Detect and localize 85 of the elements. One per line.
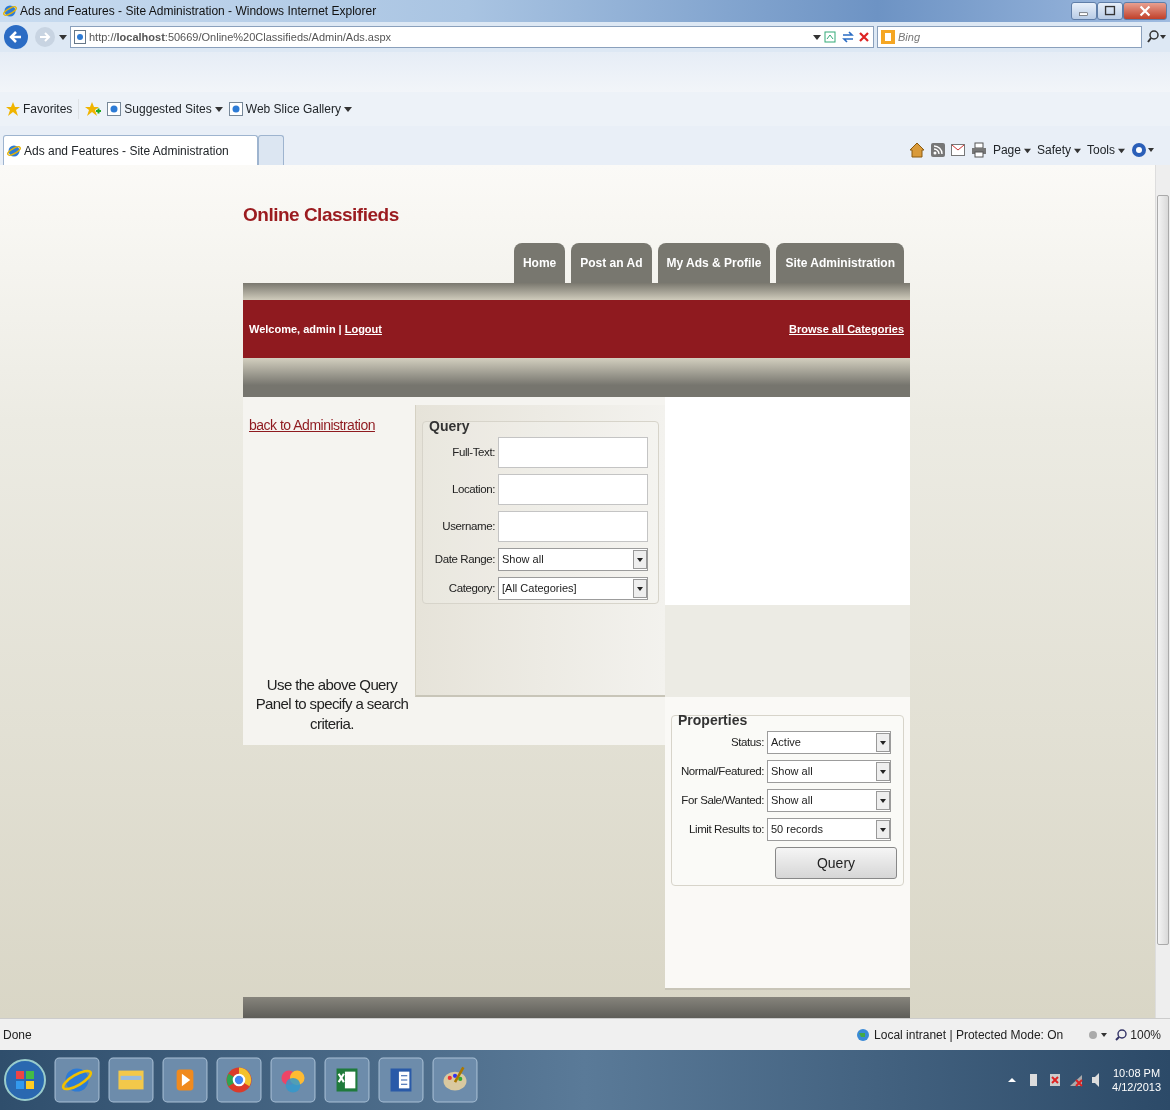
caret-icon[interactable] xyxy=(813,33,821,41)
globe-icon xyxy=(855,1026,872,1043)
caret-icon xyxy=(1074,146,1081,154)
hint-text: Use the above Query Panel to specify a search criteria. xyxy=(254,674,410,733)
spreadsheet-icon[interactable] xyxy=(323,1057,371,1103)
scrollbar[interactable] xyxy=(1155,165,1170,1018)
folder-icon[interactable] xyxy=(107,1057,155,1103)
dropdown-field[interactable]: Active xyxy=(767,731,891,754)
zoom-icon xyxy=(1115,1028,1128,1041)
field-label: Limit Results to: xyxy=(688,821,764,837)
app-icon[interactable] xyxy=(269,1057,317,1103)
home-icon[interactable] xyxy=(908,142,925,158)
field-label: For Sale/Wanted: xyxy=(680,792,764,808)
nav-tab[interactable]: Home xyxy=(513,243,566,283)
field-label: Category: xyxy=(447,580,495,596)
palette-icon[interactable] xyxy=(431,1057,479,1103)
start-icon[interactable] xyxy=(3,1058,47,1102)
logout-link[interactable]: Logout xyxy=(344,320,382,338)
favorites-button[interactable]: Favorites xyxy=(23,100,73,118)
printer-icon[interactable] xyxy=(970,142,987,158)
separator: | xyxy=(338,321,342,337)
browser-logo-icon xyxy=(3,4,17,18)
media-player-icon[interactable] xyxy=(161,1057,209,1103)
back-icon[interactable] xyxy=(3,24,31,50)
page-icon xyxy=(74,30,86,44)
dropdown-field[interactable]: [All Categories] xyxy=(498,577,648,600)
add-favorite-icon[interactable] xyxy=(85,102,102,116)
welcome-text: Welcome, admin xyxy=(249,321,336,337)
nav-tab[interactable]: My Ads & Profile xyxy=(657,243,771,283)
field-label: Date Range: xyxy=(433,551,495,567)
status-text: Done xyxy=(3,1026,32,1044)
nav-tab[interactable]: Site Administration xyxy=(776,243,904,283)
caret-icon[interactable] xyxy=(59,33,67,41)
nav-tab[interactable]: Post an Ad xyxy=(571,243,652,283)
maximize-icon[interactable] xyxy=(1097,2,1123,20)
command-menu[interactable]: Safety xyxy=(1036,141,1081,159)
field-label: Normal/Featured: xyxy=(679,763,764,779)
security-zone-text: Local intranet | Protected Mode: On xyxy=(874,1026,1064,1044)
panel-legend: Query xyxy=(429,416,652,437)
caret-icon xyxy=(214,105,223,113)
browser-icon[interactable] xyxy=(53,1057,101,1103)
browser-icon[interactable] xyxy=(215,1057,263,1103)
text-field[interactable] xyxy=(498,511,648,542)
window-title: Ads and Features - Site Administration - Windows Internet Explorer xyxy=(20,3,377,20)
field-label: Location: xyxy=(450,481,495,497)
field-label: Username: xyxy=(441,518,495,534)
caret-icon xyxy=(1023,146,1031,154)
site-title: Online Classifieds xyxy=(243,203,399,227)
search-field[interactable]: Bing xyxy=(877,26,1142,48)
text-field[interactable] xyxy=(498,437,648,468)
document-icon[interactable] xyxy=(377,1057,425,1103)
caret-icon xyxy=(1118,146,1125,154)
command-menu[interactable]: Tools xyxy=(1087,141,1125,159)
back-link[interactable]: back to Administration xyxy=(249,415,375,436)
favorites-link[interactable]: Web Slice Gallery xyxy=(245,100,341,118)
browser-tab[interactable]: Ads and Features - Site Administration xyxy=(3,135,258,165)
favorites-link[interactable]: Suggested Sites xyxy=(124,100,212,118)
dropdown-field[interactable]: Show all xyxy=(767,789,891,812)
stop-icon[interactable] xyxy=(858,31,870,43)
text-field[interactable] xyxy=(498,474,648,505)
search-icon[interactable] xyxy=(1145,29,1167,45)
dropdown-field[interactable]: 50 records xyxy=(767,818,891,841)
minimize-icon[interactable] xyxy=(1071,2,1097,20)
clock[interactable]: 10:08 PM 4/12/2013 xyxy=(1112,1065,1161,1095)
mail-icon[interactable] xyxy=(950,144,965,156)
close-icon[interactable] xyxy=(1123,2,1167,20)
command-menu[interactable]: Page xyxy=(992,141,1031,159)
refresh-icon[interactable] xyxy=(841,30,855,44)
panel-legend: Properties xyxy=(678,710,897,731)
page-icon xyxy=(228,102,243,116)
address-field[interactable]: http://localhost:50669/Online%20Classifieds/Admin/Ads.aspx xyxy=(70,26,874,48)
browser-logo-icon xyxy=(7,143,21,158)
dropdown-field[interactable]: Show all xyxy=(767,760,891,783)
search-provider-icon xyxy=(881,30,895,44)
help-icon[interactable] xyxy=(1131,142,1155,158)
field-label: Status: xyxy=(730,734,764,750)
query-button[interactable]: Query xyxy=(775,847,897,879)
feed-icon[interactable] xyxy=(930,143,945,157)
browse-link[interactable]: Browse all Categories xyxy=(789,320,904,338)
star-icon[interactable] xyxy=(6,102,20,116)
page-icon xyxy=(107,102,122,116)
caret-icon xyxy=(343,105,352,113)
dropdown-field[interactable]: Show all xyxy=(498,548,648,571)
field-label: Full-Text: xyxy=(451,444,495,460)
zoom-button[interactable]: 100% xyxy=(1115,1025,1161,1044)
